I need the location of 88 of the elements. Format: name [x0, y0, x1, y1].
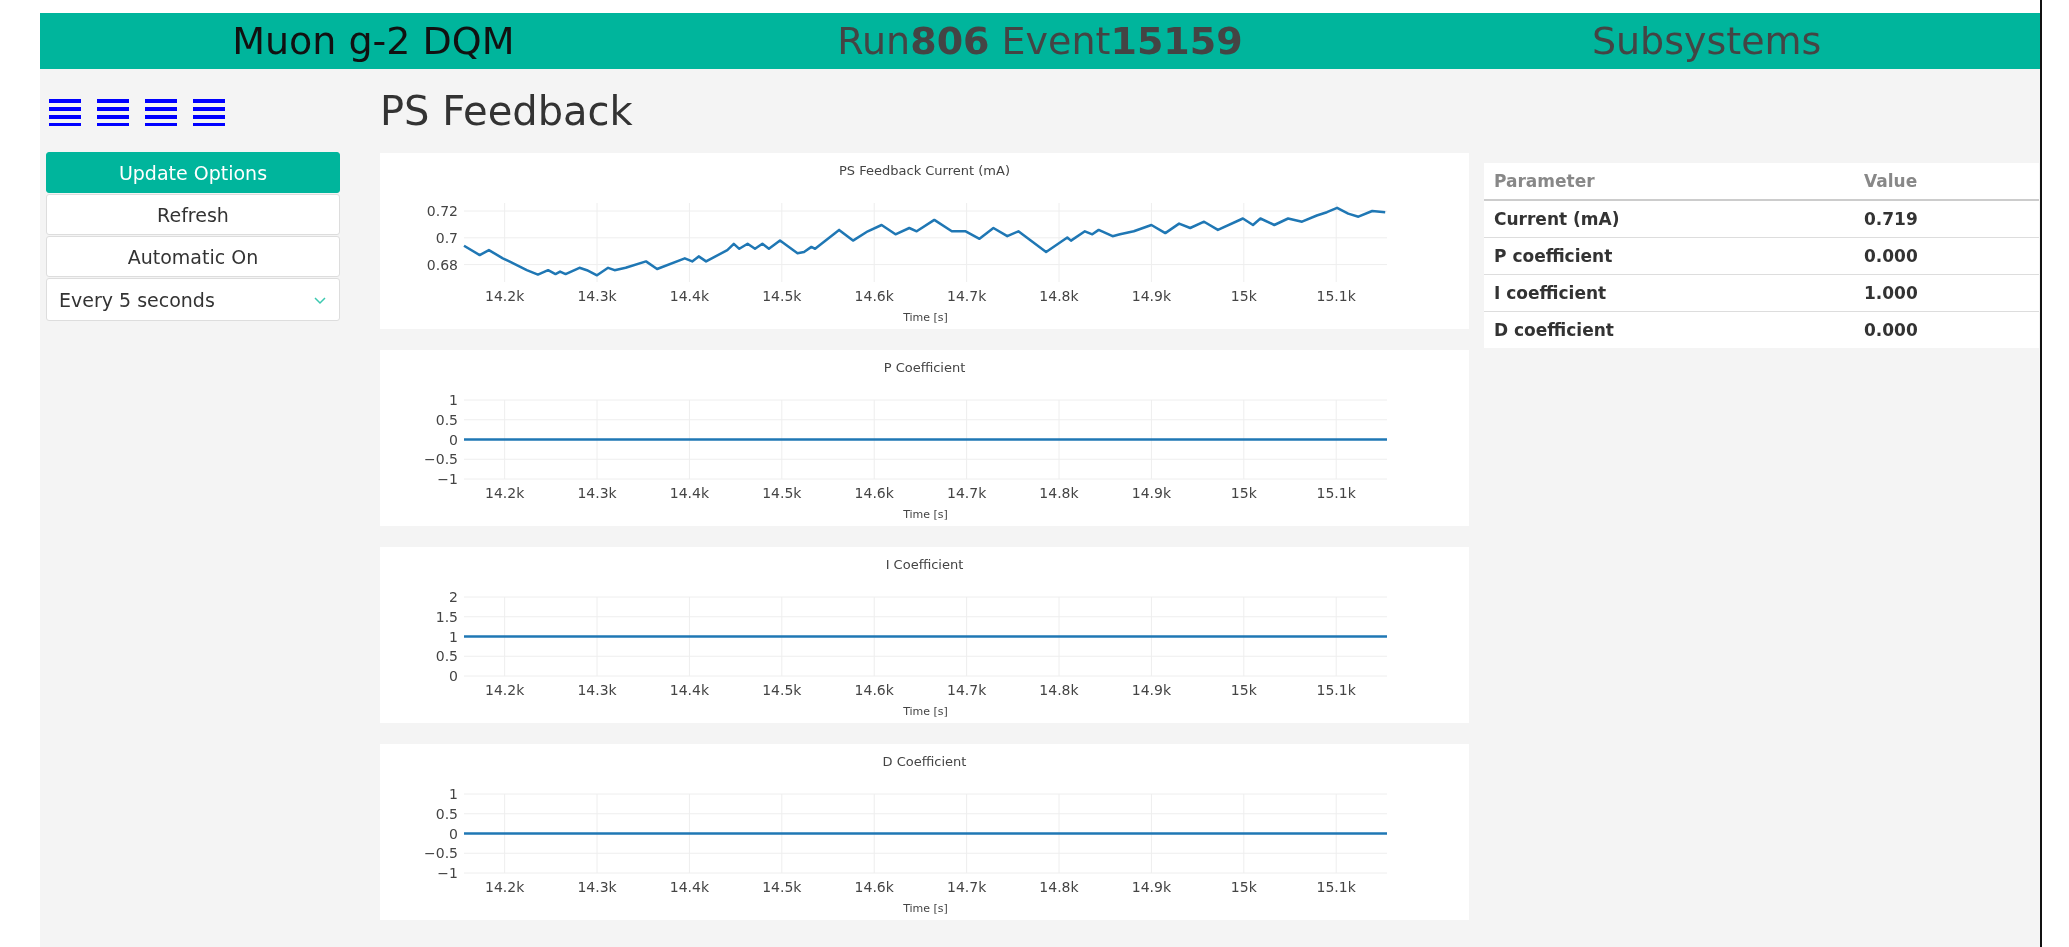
- tick-label: 14.8k: [1039, 879, 1079, 895]
- tick-label: 15.1k: [1316, 879, 1356, 895]
- tick-label: 0.72: [426, 203, 458, 220]
- tick-label: 14.4k: [669, 485, 710, 501]
- tick-label: 0: [449, 825, 458, 842]
- tick-label: 14.3k: [577, 879, 617, 895]
- tick-label: 14.3k: [577, 288, 617, 304]
- table-cell: D coefficient: [1484, 311, 1854, 348]
- tick-label: 14.2k: [485, 288, 525, 304]
- tick-label: 14.8k: [1039, 485, 1079, 501]
- tick-label: 15k: [1230, 288, 1257, 304]
- tick-label: 14.7k: [946, 288, 987, 304]
- column-header: Parameter: [1484, 163, 1854, 200]
- tick-label: 0: [449, 431, 458, 448]
- tick-label: 15.1k: [1316, 682, 1356, 698]
- app-title: Muon g-2 DQM: [232, 19, 515, 63]
- tick-label: 15.1k: [1316, 288, 1356, 304]
- tick-label: 14.2k: [485, 682, 525, 698]
- menu-icon[interactable]: [49, 98, 81, 126]
- tick-label: 1: [449, 786, 458, 802]
- chart-title: I Coefficient: [885, 557, 964, 572]
- run-event-label: Run806 Event15159: [837, 19, 1243, 63]
- tick-label: 14.5k: [762, 879, 802, 895]
- chevron-down-icon: [313, 294, 327, 305]
- chart-title: P Coefficient: [883, 360, 966, 375]
- axis-title: Time [s]: [903, 705, 948, 718]
- tick-label: 14.5k: [762, 485, 802, 501]
- axis-title: Time [s]: [903, 902, 948, 915]
- page-title: PS Feedback: [380, 87, 634, 135]
- tick-label: −1: [437, 865, 458, 881]
- tick-label: −0.5: [424, 451, 458, 468]
- table-cell: 0.000: [1854, 311, 2039, 348]
- tick-label: −0.5: [424, 845, 458, 862]
- tick-label: 14.5k: [762, 288, 802, 304]
- sidebar-button[interactable]: Automatic On: [46, 236, 340, 277]
- tick-label: 2: [449, 589, 458, 605]
- tick-label: 14.2k: [485, 485, 525, 501]
- tick-label: 0.7: [435, 229, 458, 246]
- tick-label: 14.9k: [1131, 485, 1172, 501]
- tick-label: 14.5k: [762, 682, 802, 698]
- tick-label: 14.9k: [1131, 288, 1172, 304]
- tick-label: 0.5: [435, 411, 458, 428]
- tick-label: 14.9k: [1131, 879, 1172, 895]
- tick-label: 14.7k: [946, 879, 987, 895]
- chart-title: D Coefficient: [882, 754, 967, 769]
- axis-title: Time [s]: [903, 508, 948, 521]
- tick-label: −1: [437, 471, 458, 487]
- table-cell: 0.719: [1854, 200, 2039, 238]
- menu-icon[interactable]: [97, 98, 129, 126]
- tick-label: 0: [449, 668, 458, 684]
- tick-label: 14.7k: [946, 485, 987, 501]
- tick-label: 0.68: [426, 256, 458, 273]
- table-cell: 0.000: [1854, 237, 2039, 275]
- tick-label: 1: [449, 392, 458, 408]
- tick-label: 14.6k: [854, 485, 894, 501]
- tick-label: 14.2k: [485, 879, 525, 895]
- tick-label: 15k: [1230, 879, 1257, 895]
- tick-label: 0.5: [435, 648, 458, 665]
- tick-label: 14.3k: [577, 682, 617, 698]
- tick-label: 14.8k: [1039, 288, 1079, 304]
- subsystems-link[interactable]: Subsystems: [1591, 19, 1822, 63]
- tick-label: 14.6k: [854, 288, 894, 304]
- column-header: Value: [1854, 163, 2039, 200]
- tick-label: 14.4k: [669, 879, 710, 895]
- tick-label: 14.7k: [946, 682, 987, 698]
- tick-label: 14.3k: [577, 485, 617, 501]
- table-cell: Current (mA): [1484, 200, 1854, 238]
- sidebar-button[interactable]: Refresh: [46, 194, 340, 235]
- axis-title: Time [s]: [903, 311, 948, 324]
- tick-label: 15k: [1230, 682, 1257, 698]
- tick-label: 14.6k: [854, 879, 894, 895]
- tick-label: 14.9k: [1131, 682, 1172, 698]
- tick-label: 0.5: [435, 805, 458, 822]
- tick-label: 1: [449, 628, 458, 645]
- table-cell: 1.000: [1854, 274, 2039, 312]
- table-cell: P coefficient: [1484, 237, 1854, 275]
- menu-icon[interactable]: [193, 98, 225, 126]
- tick-label: 14.6k: [854, 682, 894, 698]
- tick-label: 15.1k: [1316, 485, 1356, 501]
- tick-label: 1.5: [435, 608, 458, 625]
- table-cell: I coefficient: [1484, 274, 1854, 312]
- interval-dropdown[interactable]: Every 5 seconds: [46, 278, 340, 321]
- tick-label: 15k: [1230, 485, 1257, 501]
- tick-label: 14.4k: [669, 288, 710, 304]
- menu-icon[interactable]: [145, 98, 177, 126]
- tick-label: 14.4k: [669, 682, 710, 698]
- tick-label: 14.8k: [1039, 682, 1079, 698]
- chart-title: PS Feedback Current (mA): [839, 163, 1010, 178]
